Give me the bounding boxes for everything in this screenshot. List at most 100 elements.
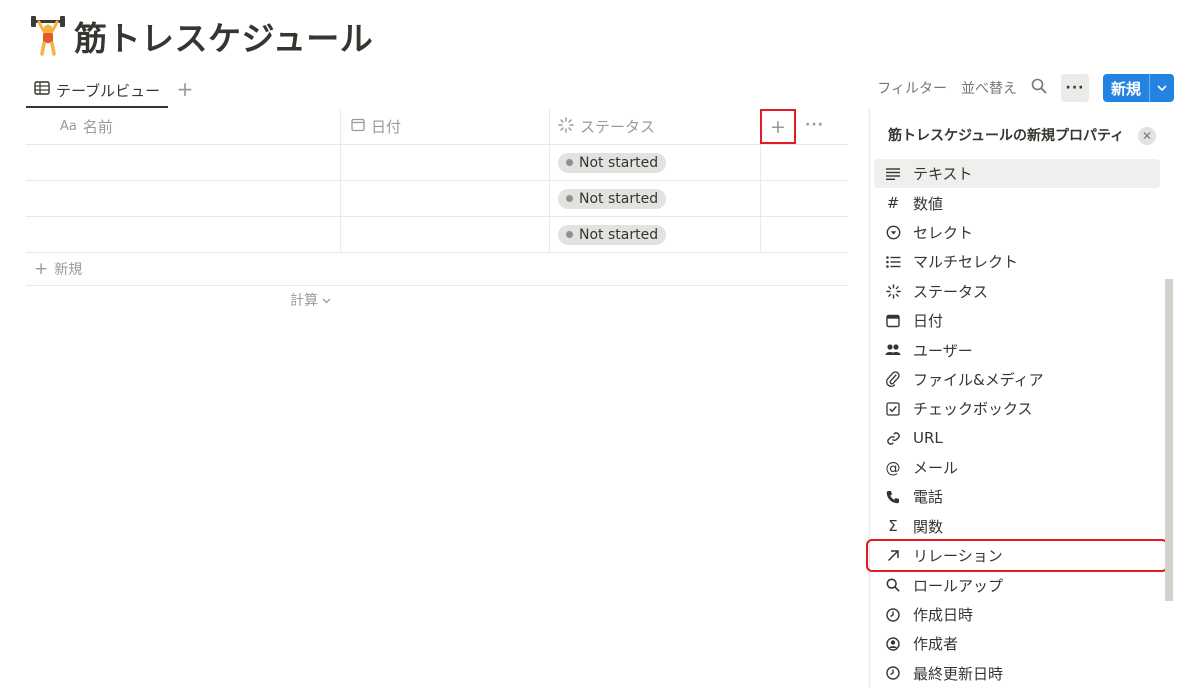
table-row[interactable]: Not started: [26, 145, 848, 181]
status-cell[interactable]: Not started: [550, 145, 761, 180]
property-type-url[interactable]: URL: [874, 424, 1160, 453]
name-cell[interactable]: [26, 145, 341, 180]
table-icon: [34, 81, 50, 99]
column-header-status[interactable]: ステータス: [550, 109, 761, 144]
property-type-date[interactable]: 日付: [874, 306, 1160, 335]
column-header-date[interactable]: 日付: [341, 109, 550, 144]
multi-select-icon: [885, 254, 901, 270]
checkbox-icon: [885, 401, 901, 417]
add-property-button[interactable]: +: [760, 109, 796, 144]
menu-item-label: マルチセレクト: [913, 253, 1019, 272]
property-type-last-edited-time[interactable]: 最終更新日時: [874, 659, 1160, 688]
phone-icon: [885, 489, 901, 505]
status-badge[interactable]: Not started: [558, 152, 667, 173]
column-label: 名前: [82, 118, 113, 136]
calendar-icon: [885, 313, 901, 329]
new-property-panel: 筋トレスケジュールの新規プロパティ ✕ テキスト # 数値 セレクト マルチセレ…: [866, 109, 1176, 688]
new-row-label: 新規: [54, 262, 83, 278]
menu-item-label: テキスト: [913, 165, 973, 184]
menu-item-label: ファイル&メディア: [913, 370, 1044, 389]
property-type-formula[interactable]: Σ 関数: [874, 512, 1160, 541]
select-icon: [885, 224, 901, 240]
sort-button[interactable]: 並べ替え: [961, 78, 1017, 98]
property-type-rollup[interactable]: ロールアップ: [874, 570, 1160, 599]
tab-table-view[interactable]: テーブルビュー: [26, 74, 169, 108]
link-icon: [885, 430, 901, 446]
search-icon[interactable]: [1031, 78, 1047, 98]
menu-item-label: リレーション: [913, 547, 1003, 566]
database-table: Aa 名前 日付 ステータス + ··· Not started Not sta…: [26, 109, 848, 286]
table-header-row: Aa 名前 日付 ステータス + ···: [26, 109, 848, 145]
text-icon: [885, 166, 901, 182]
close-icon[interactable]: ✕: [1138, 127, 1156, 145]
view-tabs: テーブルビュー +: [26, 74, 848, 108]
menu-item-label: 日付: [913, 312, 944, 331]
property-type-email[interactable]: @ メール: [874, 453, 1160, 482]
table-row[interactable]: Not started: [26, 217, 848, 253]
calc-label: 計算: [290, 293, 318, 309]
weight-lifter-icon[interactable]: [30, 16, 66, 56]
property-type-created-time[interactable]: 作成日時: [874, 600, 1160, 629]
menu-item-label: 作成者: [913, 635, 959, 654]
property-type-users[interactable]: ユーザー: [874, 335, 1160, 364]
date-cell[interactable]: [341, 217, 550, 252]
plus-icon: +: [34, 259, 49, 279]
column-actions: + ···: [760, 109, 848, 144]
search-icon: [885, 577, 901, 593]
property-type-number[interactable]: # 数値: [874, 188, 1160, 217]
add-view-button[interactable]: +: [174, 78, 196, 100]
name-cell[interactable]: [26, 217, 341, 252]
menu-item-label: メール: [913, 459, 959, 478]
status-icon: [885, 283, 901, 299]
property-type-status[interactable]: ステータス: [874, 277, 1160, 306]
more-options-button[interactable]: ···: [1060, 74, 1089, 102]
users-icon: [885, 342, 901, 358]
text-type-icon: Aa: [60, 119, 77, 134]
new-row-button[interactable]: + 新規: [26, 253, 848, 286]
column-label: 日付: [371, 118, 402, 136]
more-icon[interactable]: ···: [805, 117, 824, 133]
property-type-relation[interactable]: リレーション: [866, 539, 1168, 573]
status-cell[interactable]: Not started: [550, 181, 761, 216]
user-circle-icon: [885, 636, 901, 652]
name-cell[interactable]: [26, 181, 341, 216]
date-cell[interactable]: [341, 145, 550, 180]
clock-icon: [885, 607, 901, 623]
property-type-checkbox[interactable]: チェックボックス: [874, 394, 1160, 423]
page-title[interactable]: 筋トレスケジュール: [74, 12, 373, 60]
at-icon: @: [885, 458, 901, 477]
filter-button[interactable]: フィルター: [877, 78, 947, 98]
menu-item-label: 関数: [913, 517, 944, 536]
status-cell[interactable]: Not started: [550, 217, 761, 252]
menu-item-label: ロールアップ: [913, 576, 1004, 595]
table-row[interactable]: Not started: [26, 181, 848, 217]
status-badge[interactable]: Not started: [558, 188, 667, 209]
menu-item-label: ステータス: [913, 282, 989, 301]
menu-item-label: URL: [913, 429, 943, 448]
page-header: 筋トレスケジュール: [30, 14, 373, 58]
chevron-down-icon: [322, 292, 331, 308]
property-type-select[interactable]: セレクト: [874, 218, 1160, 247]
property-type-text[interactable]: テキスト: [874, 159, 1160, 189]
menu-item-label: 最終更新日時: [913, 664, 1004, 683]
menu-item-label: ユーザー: [913, 341, 973, 360]
property-type-created-by[interactable]: 作成者: [874, 629, 1160, 658]
panel-scrollbar[interactable]: [1165, 279, 1173, 601]
property-type-files[interactable]: ファイル&メディア: [874, 365, 1160, 394]
view-toolbar: フィルター 並べ替え ··· 新規: [877, 73, 1174, 103]
property-type-list: テキスト # 数値 セレクト マルチセレクト ステータス 日付 ユーザー ファイ: [866, 159, 1168, 688]
date-cell[interactable]: [341, 181, 550, 216]
new-button[interactable]: 新規: [1102, 74, 1174, 102]
chevron-down-icon[interactable]: [1150, 74, 1174, 102]
arrow-up-right-icon: [885, 548, 901, 564]
number-icon: #: [886, 194, 900, 213]
property-type-phone[interactable]: 電話: [874, 482, 1160, 511]
status-badge[interactable]: Not started: [558, 224, 667, 245]
paperclip-icon: [885, 371, 901, 388]
new-button-label[interactable]: 新規: [1103, 74, 1150, 102]
column-header-name[interactable]: Aa 名前: [26, 109, 341, 144]
calculate-button[interactable]: 計算: [290, 290, 331, 310]
menu-item-label: 数値: [913, 194, 944, 213]
property-type-multi-select[interactable]: マルチセレクト: [874, 247, 1160, 276]
panel-title: 筋トレスケジュールの新規プロパティ: [888, 128, 1125, 144]
